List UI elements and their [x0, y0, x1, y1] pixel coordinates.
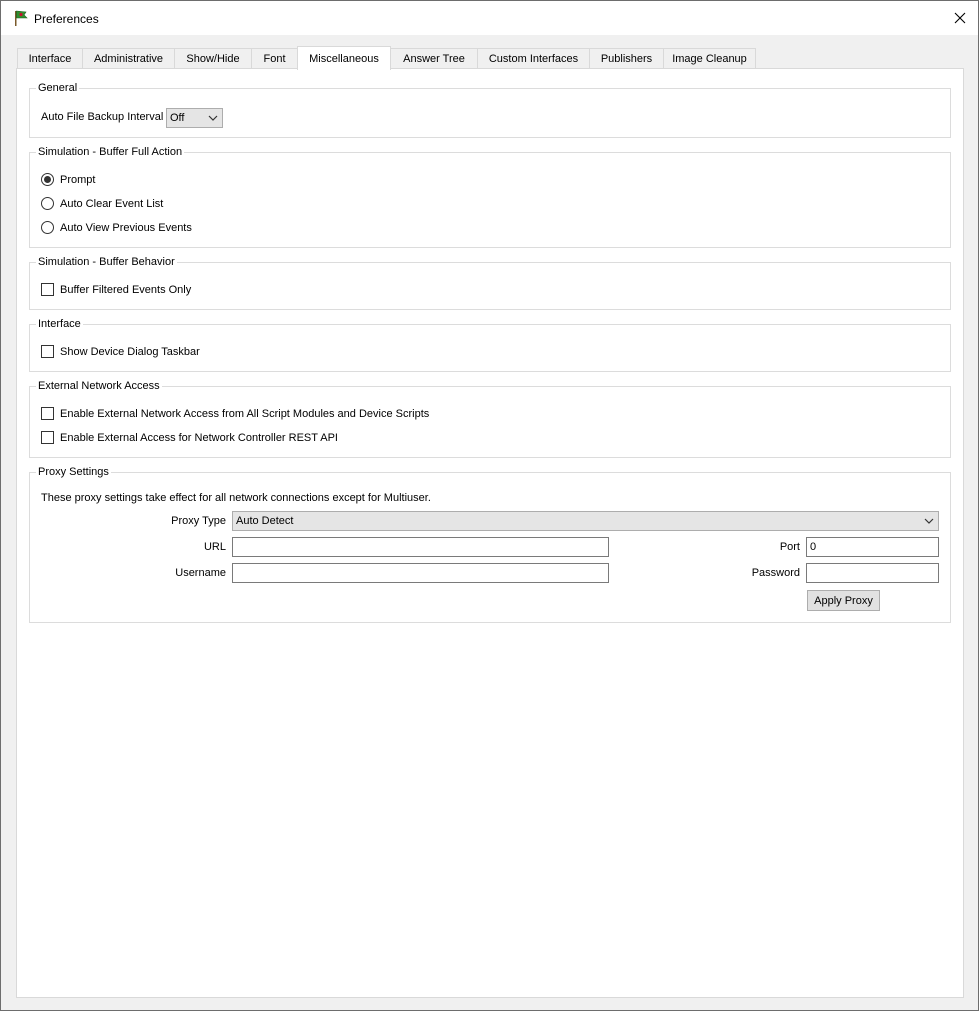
- radio-label: Auto Clear Event List: [60, 198, 163, 210]
- group-title: Proxy Settings: [36, 465, 111, 479]
- radio-button-checked[interactable]: [41, 173, 54, 186]
- proxy-type-select[interactable]: Auto Detect: [232, 511, 939, 531]
- tab-show-hide[interactable]: Show/Hide: [174, 48, 252, 69]
- backup-interval-label: Auto File Backup Interval: [41, 111, 163, 123]
- tab-answer-tree[interactable]: Answer Tree: [390, 48, 478, 69]
- checkbox[interactable]: [41, 431, 54, 444]
- close-button[interactable]: [942, 1, 978, 35]
- preferences-window: Preferences Interface Administrative Sho…: [0, 0, 979, 1011]
- checkbox-device-taskbar[interactable]: Show Device Dialog Taskbar: [41, 345, 200, 358]
- tab-publishers[interactable]: Publishers: [589, 48, 664, 69]
- radio-label: Prompt: [60, 174, 95, 186]
- checkbox-buffer-filtered[interactable]: Buffer Filtered Events Only: [41, 283, 191, 296]
- backup-interval-select[interactable]: Off: [166, 108, 223, 128]
- close-icon: [954, 12, 966, 24]
- checkbox-label: Enable External Access for Network Contr…: [60, 432, 338, 444]
- backup-interval-value: Off: [170, 112, 184, 124]
- checkbox-label: Buffer Filtered Events Only: [60, 284, 191, 296]
- buffer-behavior-group: Simulation - Buffer Behavior Buffer Filt…: [29, 262, 951, 310]
- radio-label: Auto View Previous Events: [60, 222, 192, 234]
- general-group: General Auto File Backup Interval Off: [29, 88, 951, 138]
- checkbox-label: Enable External Network Access from All …: [60, 408, 429, 420]
- url-label: URL: [130, 541, 226, 553]
- interface-group: Interface Show Device Dialog Taskbar: [29, 324, 951, 372]
- checkbox-rest-api[interactable]: Enable External Access for Network Contr…: [41, 431, 338, 444]
- proxy-type-label: Proxy Type: [130, 515, 226, 527]
- radio-auto-clear[interactable]: Auto Clear Event List: [41, 197, 163, 210]
- username-input[interactable]: [232, 563, 609, 583]
- checkbox-script-network[interactable]: Enable External Network Access from All …: [41, 407, 429, 420]
- checkbox[interactable]: [41, 283, 54, 296]
- tab-strip: Interface Administrative Show/Hide Font …: [17, 46, 957, 69]
- buffer-full-action-group: Simulation - Buffer Full Action Prompt A…: [29, 152, 951, 248]
- checkbox[interactable]: [41, 345, 54, 358]
- port-input[interactable]: 0: [806, 537, 939, 557]
- tab-image-cleanup[interactable]: Image Cleanup: [663, 48, 756, 69]
- tab-administrative[interactable]: Administrative: [82, 48, 175, 69]
- window-title: Preferences: [34, 12, 99, 26]
- group-title: Simulation - Buffer Behavior: [36, 255, 177, 269]
- proxy-settings-group: Proxy Settings These proxy settings take…: [29, 472, 951, 623]
- radio-auto-view[interactable]: Auto View Previous Events: [41, 221, 192, 234]
- chevron-down-icon: [924, 517, 934, 525]
- port-label: Port: [710, 541, 800, 553]
- password-label: Password: [710, 567, 800, 579]
- radio-button[interactable]: [41, 197, 54, 210]
- group-title: General: [36, 81, 79, 95]
- proxy-note: These proxy settings take effect for all…: [41, 492, 431, 504]
- tab-interface[interactable]: Interface: [17, 48, 83, 69]
- group-title: External Network Access: [36, 379, 162, 393]
- chevron-down-icon: [208, 114, 218, 122]
- radio-button[interactable]: [41, 221, 54, 234]
- tab-miscellaneous[interactable]: Miscellaneous: [297, 46, 391, 70]
- apply-proxy-button[interactable]: Apply Proxy: [807, 590, 880, 611]
- flag-icon: [12, 10, 29, 27]
- url-input[interactable]: [232, 537, 609, 557]
- title-bar[interactable]: Preferences: [1, 1, 978, 35]
- external-network-group: External Network Access Enable External …: [29, 386, 951, 458]
- tab-custom-interfaces[interactable]: Custom Interfaces: [477, 48, 590, 69]
- checkbox-label: Show Device Dialog Taskbar: [60, 346, 200, 358]
- group-title: Interface: [36, 317, 83, 331]
- password-input[interactable]: [806, 563, 939, 583]
- miscellaneous-panel: General Auto File Backup Interval Off Si…: [16, 68, 964, 998]
- username-label: Username: [130, 567, 226, 579]
- radio-prompt[interactable]: Prompt: [41, 173, 95, 186]
- tab-font[interactable]: Font: [251, 48, 298, 69]
- group-title: Simulation - Buffer Full Action: [36, 145, 184, 159]
- proxy-type-value: Auto Detect: [236, 515, 293, 527]
- checkbox[interactable]: [41, 407, 54, 420]
